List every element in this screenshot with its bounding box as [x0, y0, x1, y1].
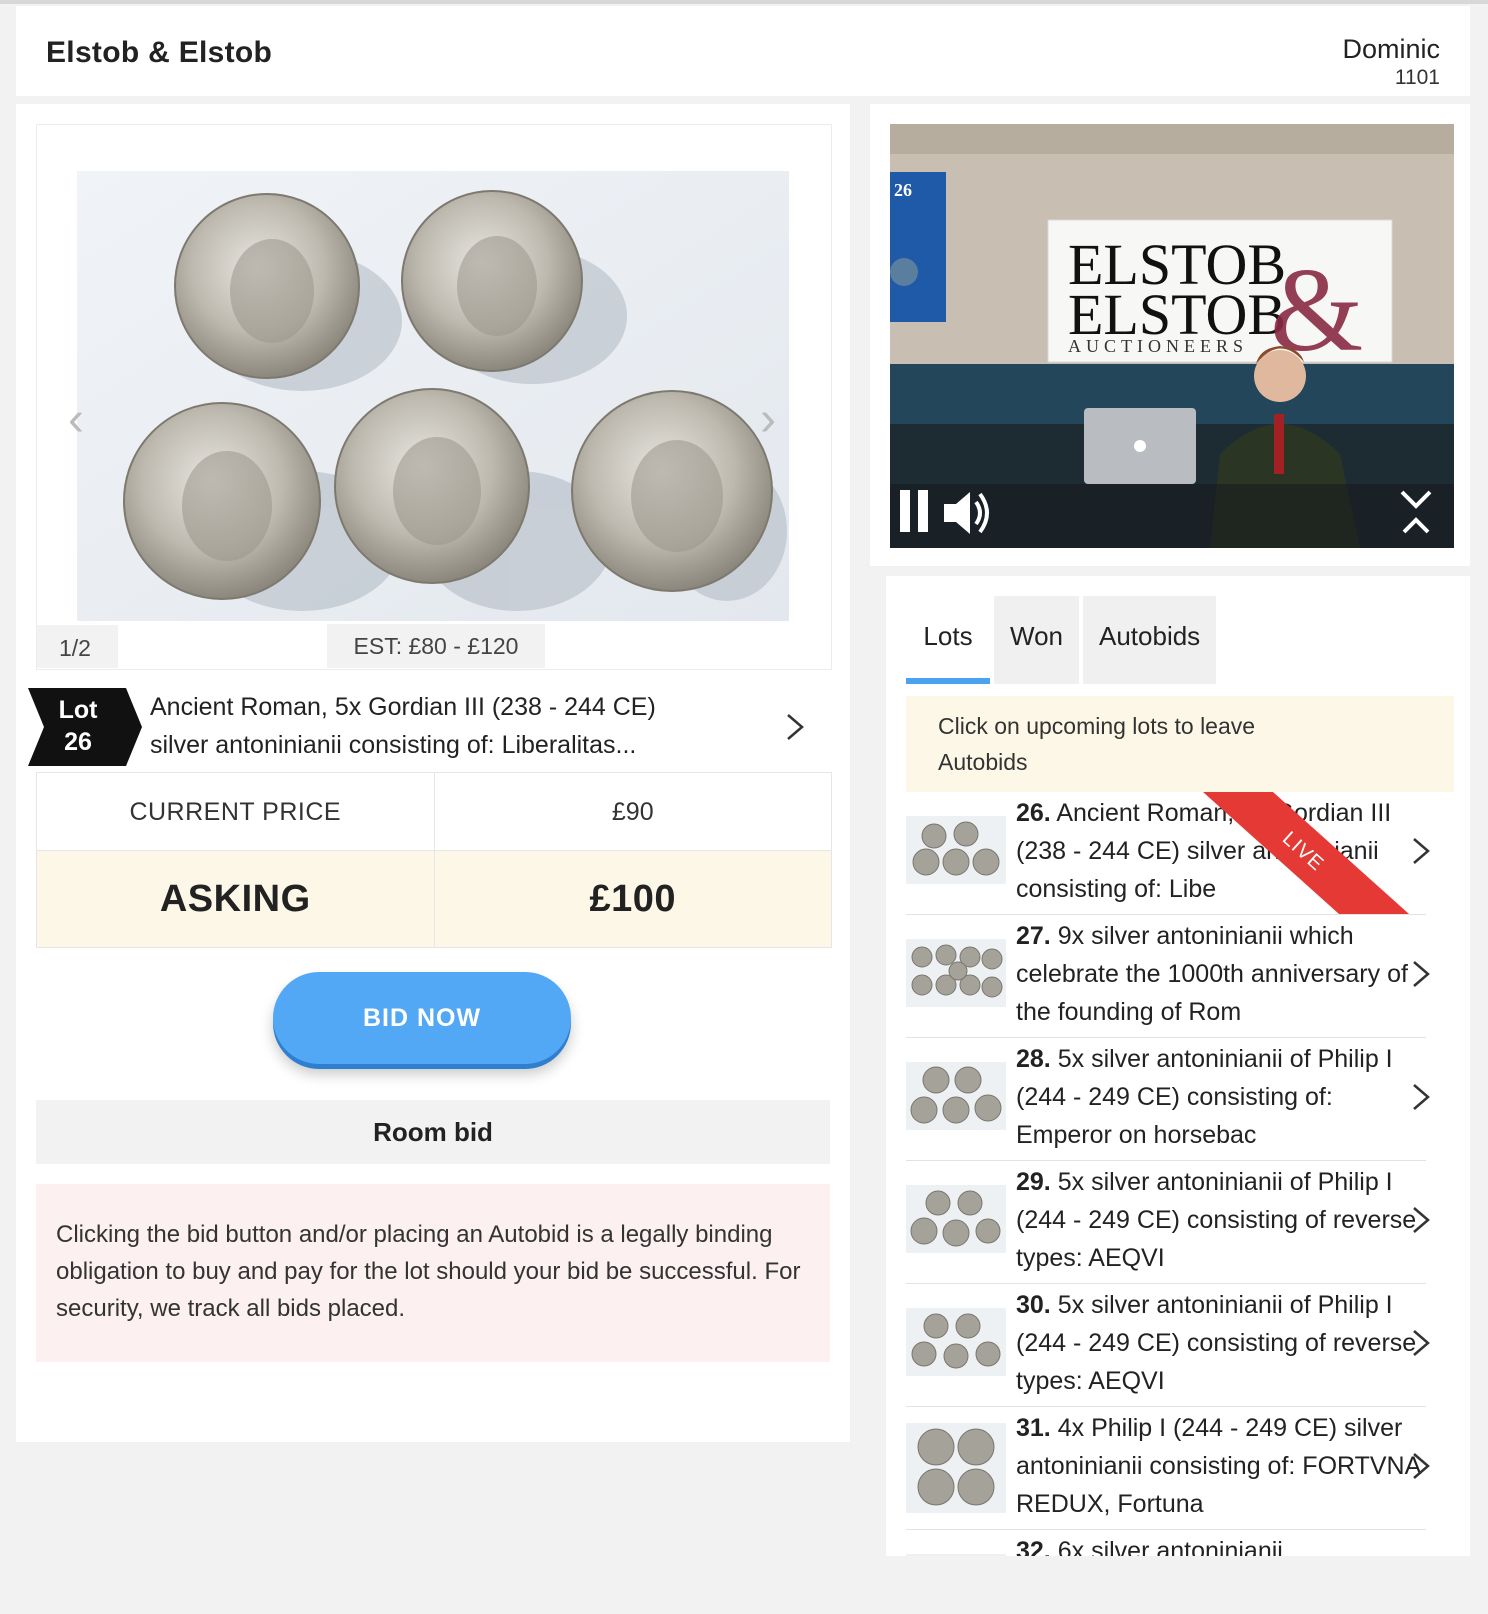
lot-list-item-29[interactable]: 29. 5x silver antoninianii of Philip I (… — [906, 1161, 1430, 1284]
lot-thumbnail — [906, 1308, 1006, 1376]
lot-list-text: 30. 5x silver antoninianii of Philip I (… — [1016, 1286, 1422, 1400]
prev-image-arrow[interactable]: ‹ — [61, 395, 91, 445]
lot-thumbnail — [906, 939, 1006, 1007]
video-panel: 26 ELSTOB ELSTOB & AUCTIONEERS — [870, 104, 1470, 566]
autobid-hint: Click on upcoming lots to leave Autobids — [906, 696, 1454, 792]
legal-notice: Clicking the bid button and/or placing a… — [36, 1184, 830, 1362]
lot-list-number: 29. — [1016, 1168, 1051, 1196]
screen-number: 26 — [894, 180, 912, 200]
lot-list-number: 26. — [1016, 799, 1051, 827]
app-header: Elstob & Elstob Dominic 1101 — [16, 6, 1470, 96]
lot-list-number: 28. — [1016, 1045, 1051, 1073]
lot-list-number: 32. — [1016, 1537, 1051, 1556]
image-counter: 1/2 — [37, 625, 118, 668]
live-video-stream[interactable]: 26 ELSTOB ELSTOB & AUCTIONEERS — [890, 124, 1454, 548]
next-image-arrow[interactable]: › — [753, 395, 783, 445]
window-top-border — [0, 0, 1488, 4]
lot-title-line1: Ancient Roman, 5x Gordian III (238 - 244… — [150, 693, 656, 721]
chevron-right-icon[interactable] — [1410, 1082, 1432, 1112]
chevron-right-icon[interactable] — [1410, 959, 1432, 989]
lot-title[interactable]: Ancient Roman, 5x Gordian III (238 - 244… — [150, 688, 730, 764]
lot-list-number: 27. — [1016, 922, 1051, 950]
pause-icon[interactable] — [896, 488, 936, 536]
chevron-right-icon[interactable] — [1410, 1451, 1432, 1481]
chevron-right-icon[interactable] — [1410, 1328, 1432, 1358]
lot-title-line2: silver antoninianii consisting of: Liber… — [150, 731, 637, 759]
lots-panel: Lots Won Autobids Click on upcoming lots… — [886, 576, 1470, 1556]
lot-list-description: Ancient Roman, 5x Gordian III (238 - 244… — [1016, 799, 1392, 903]
current-price-value: £90 — [434, 773, 831, 851]
lot-thumbnail — [906, 1423, 1006, 1513]
chevron-right-icon[interactable] — [780, 712, 810, 742]
fullscreen-collapse-icon[interactable] — [1396, 488, 1436, 536]
bid-now-button[interactable]: BID NOW — [273, 972, 571, 1064]
user-name[interactable]: Dominic — [1342, 34, 1440, 65]
lot-list-text: 27. 9x silver antoninianii which celebra… — [1016, 917, 1422, 1031]
lot-list-text: 32. 6x silver antoninianii — [1016, 1532, 1422, 1556]
lots-tabs: Lots Won Autobids — [906, 596, 1220, 684]
room-bid-status: Room bid — [36, 1100, 830, 1164]
lot-thumbnail — [906, 816, 1006, 884]
chevron-right-icon[interactable] — [1410, 836, 1432, 866]
lot-list-description: 5x silver antoninianii of Philip I (244 … — [1016, 1291, 1417, 1395]
lot-list-text: 29. 5x silver antoninianii of Philip I (… — [1016, 1163, 1422, 1277]
asking-label: ASKING — [37, 851, 435, 947]
lot-list-description: 5x silver antoninianii of Philip I (244 … — [1016, 1168, 1417, 1272]
lot-list-text: 28. 5x silver antoninianii of Philip I (… — [1016, 1040, 1422, 1154]
volume-icon[interactable] — [942, 488, 992, 538]
brand-title: Elstob & Elstob — [46, 36, 273, 69]
lot-photo[interactable] — [77, 171, 789, 621]
autobid-hint-line1: Click on upcoming lots to leave — [938, 713, 1256, 739]
lot-list-item-28[interactable]: 28. 5x silver antoninianii of Philip I (… — [906, 1038, 1430, 1161]
lot-list-number: 31. — [1016, 1414, 1051, 1442]
lot-list-text: 26. Ancient Roman, 5x Gordian III (238 -… — [1016, 794, 1422, 908]
lot-tag-number: 26 — [64, 728, 92, 756]
lot-list-description: 4x Philip I (244 - 249 CE) silver antoni… — [1016, 1414, 1420, 1518]
lot-list-description: 9x silver antoninianii which celebrate t… — [1016, 922, 1408, 1026]
lot-list-item-32[interactable]: 32. 6x silver antoninianii — [906, 1530, 1426, 1556]
lot-image-gallery: ‹ › 1/2 EST: £80 - £120 — [36, 124, 832, 670]
lot-tag-text: Lot 26 — [28, 694, 128, 758]
lot-estimate: EST: £80 - £120 — [327, 624, 545, 668]
autobid-hint-line2: Autobids — [938, 749, 1028, 775]
tab-won[interactable]: Won — [994, 596, 1079, 684]
asking-value: £100 — [589, 878, 677, 920]
current-price-row: CURRENT PRICE £90 — [37, 773, 831, 851]
lot-list: 26. Ancient Roman, 5x Gordian III (238 -… — [906, 792, 1430, 1556]
tab-autobids[interactable]: Autobids — [1083, 596, 1217, 684]
user-paddle-number: 1101 — [1394, 66, 1440, 89]
lot-list-item-30[interactable]: 30. 5x silver antoninianii of Philip I (… — [906, 1284, 1430, 1407]
asking-price-row: ASKING £100 — [37, 851, 831, 947]
price-table: CURRENT PRICE £90 ASKING £100 — [36, 772, 832, 948]
current-price-label: CURRENT PRICE — [37, 773, 435, 851]
lot-list-description: 6x silver antoninianii — [1057, 1537, 1283, 1556]
lot-list-number: 30. — [1016, 1291, 1051, 1319]
lot-thumbnail — [906, 1554, 1006, 1556]
lot-list-item-27[interactable]: 27. 9x silver antoninianii which celebra… — [906, 915, 1430, 1038]
lot-thumbnail — [906, 1062, 1006, 1130]
lot-list-description: 5x silver antoninianii of Philip I (244 … — [1016, 1045, 1393, 1149]
lot-detail-panel: ‹ › 1/2 EST: £80 - £120 Lot 26 Ancient R… — [16, 104, 850, 1442]
lot-list-item-31[interactable]: 31. 4x Philip I (244 - 249 CE) silver an… — [906, 1407, 1430, 1530]
lot-tag-label: Lot — [58, 696, 98, 724]
tab-lots[interactable]: Lots — [906, 596, 990, 684]
video-controls — [890, 488, 1454, 548]
sign-subtitle: AUCTIONEERS — [1068, 336, 1248, 356]
lot-list-item-26[interactable]: 26. Ancient Roman, 5x Gordian III (238 -… — [906, 792, 1430, 915]
chevron-right-icon[interactable] — [1410, 1205, 1432, 1235]
video-frame: 26 ELSTOB ELSTOB & AUCTIONEERS — [890, 124, 1454, 548]
lot-list-text: 31. 4x Philip I (244 - 249 CE) silver an… — [1016, 1409, 1422, 1523]
lot-thumbnail — [906, 1185, 1006, 1253]
